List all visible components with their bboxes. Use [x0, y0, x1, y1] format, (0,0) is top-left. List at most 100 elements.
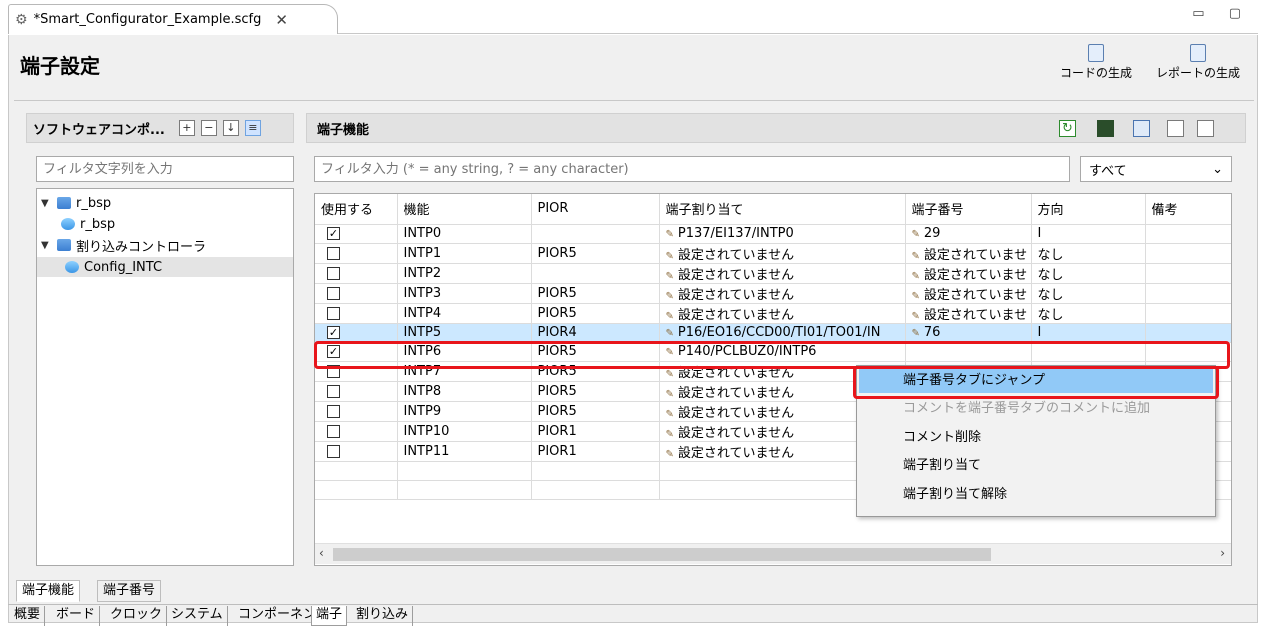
pior-cell[interactable]: PIOR1	[531, 421, 660, 442]
pin-assign-cell[interactable]: ✎ P140/PCLBUZ0/INTP6	[659, 342, 906, 362]
pior-cell[interactable]: PIOR5	[531, 243, 660, 264]
use-checkbox[interactable]	[327, 444, 340, 458]
use-checkbox[interactable]: ✓	[327, 345, 340, 358]
tab-pin-number[interactable]: 端子番号	[97, 580, 162, 602]
pior-cell[interactable]	[531, 263, 660, 284]
use-checkbox[interactable]	[327, 384, 340, 398]
window-controls[interactable]: ▭ ▢	[1192, 6, 1251, 21]
table-row[interactable]: INTP4 PIOR5 ✎ 設定されていません ✎ 設定されていませ なし	[315, 303, 1231, 324]
pin-number-cell[interactable]: ✎ 29	[905, 224, 1032, 244]
pin-assign-cell[interactable]: ✎ 設定されていません	[659, 303, 906, 324]
note-cell[interactable]	[1145, 224, 1231, 244]
editor-tab[interactable]: ⚙ *Smart_Configurator_Example.scfg ✕	[8, 4, 338, 34]
nav-tab[interactable]: 割り込み	[352, 606, 414, 626]
pin-number-cell[interactable]: ✎ 76	[905, 323, 1032, 343]
note-cell[interactable]	[1145, 342, 1231, 362]
tab-pin-function[interactable]: 端子機能	[16, 580, 81, 602]
pior-cell[interactable]: PIOR5	[531, 401, 660, 422]
use-checkbox[interactable]	[327, 424, 340, 438]
pior-cell[interactable]: PIOR5	[531, 303, 660, 324]
column-header-pin-number[interactable]: 端子番号	[905, 194, 1032, 225]
tree-item-interrupt-controller[interactable]: ▼ 割り込みコントローラ	[37, 235, 293, 255]
nav-tab[interactable]: クロック	[106, 606, 168, 626]
use-checkbox[interactable]	[327, 404, 340, 418]
table-row[interactable]: INTP2 ✎ 設定されていません ✎ 設定されていませ なし	[315, 263, 1231, 284]
import-icon[interactable]	[1167, 120, 1184, 137]
scope-dropdown[interactable]: すべて ⌄	[1080, 156, 1232, 182]
column-header-function[interactable]: 機能	[397, 194, 532, 225]
table-row[interactable]: ✓ INTP0 ✎ P137/EI137/INTP0 ✎ 29 I	[315, 224, 1231, 244]
scrollbar-thumb[interactable]	[333, 548, 991, 561]
save-icon[interactable]	[1133, 120, 1150, 137]
component-filter-input[interactable]	[36, 156, 294, 182]
chevron-down-icon[interactable]: ▼	[41, 240, 53, 251]
menu-item-delete-comment[interactable]: コメント削除	[859, 426, 1213, 450]
pin-assign-cell[interactable]: ✎ 設定されていません	[659, 243, 906, 264]
note-cell[interactable]	[1145, 303, 1231, 324]
table-row[interactable]: ✓ INTP5 PIOR4 ✎ P16/EO16/CCD00/TI01/TO01/IN ✎…	[315, 323, 1231, 343]
table-row[interactable]: INTP1 PIOR5 ✎ 設定されていません ✎ 設定されていませ なし	[315, 243, 1231, 264]
pin-number-cell[interactable]: ✎ 設定されていませ	[905, 263, 1032, 284]
sort-icon[interactable]: ↓	[222, 120, 239, 136]
note-cell[interactable]	[1145, 323, 1231, 343]
use-checkbox[interactable]	[327, 286, 340, 300]
nav-tab[interactable]: ボード	[52, 606, 101, 626]
expand-all-icon[interactable]: +	[178, 120, 195, 136]
scroll-right-icon[interactable]: ›	[1220, 546, 1225, 560]
pior-cell[interactable]: PIOR5	[531, 381, 660, 402]
refresh-icon[interactable]: ↻	[1059, 120, 1076, 137]
pior-cell[interactable]	[531, 224, 660, 244]
use-checkbox[interactable]	[327, 266, 340, 280]
pior-cell[interactable]: PIOR5	[531, 361, 660, 382]
note-cell[interactable]	[1145, 283, 1231, 304]
pior-cell[interactable]: PIOR4	[531, 323, 660, 343]
pin-number-cell[interactable]: ✎ 設定されていませ	[905, 283, 1032, 304]
pior-cell[interactable]: PIOR5	[531, 283, 660, 304]
collapse-all-icon[interactable]: −	[200, 120, 217, 136]
tree-item-config-intc[interactable]: Config_INTC	[37, 257, 293, 277]
pin-number-cell[interactable]: ✎ 設定されていませ	[905, 303, 1032, 324]
function-cell: INTP2	[397, 263, 532, 284]
menu-item-assign-pin[interactable]: 端子割り当て	[859, 454, 1213, 478]
note-cell[interactable]	[1145, 243, 1231, 264]
generate-report-button[interactable]: レポートの生成	[1156, 44, 1240, 81]
pin-assign-cell[interactable]: ✎ P16/EO16/CCD00/TI01/TO01/IN	[659, 323, 906, 343]
use-checkbox[interactable]	[327, 306, 340, 320]
nav-tab[interactable]: 端子	[311, 606, 348, 626]
table-row[interactable]: INTP3 PIOR5 ✎ 設定されていません ✎ 設定されていませ なし	[315, 283, 1231, 304]
column-header-use[interactable]: 使用する	[315, 194, 398, 225]
use-checkbox[interactable]	[327, 364, 340, 378]
column-header-pior[interactable]: PIOR	[531, 194, 660, 225]
column-header-pin-assign[interactable]: 端子割り当て	[659, 194, 906, 225]
pin-number-cell[interactable]	[905, 342, 1032, 362]
generate-code-button[interactable]: コードの生成	[1060, 44, 1132, 81]
nav-tab[interactable]: 概要	[10, 606, 46, 626]
scroll-left-icon[interactable]: ‹	[319, 546, 324, 560]
nav-tab[interactable]: システム	[167, 606, 228, 626]
use-checkbox[interactable]: ✓	[327, 326, 340, 339]
tree-item-r-bsp[interactable]: r_bsp	[37, 214, 293, 234]
pin-assign-cell[interactable]: ✎ 設定されていません	[659, 283, 906, 304]
use-checkbox[interactable]: ✓	[327, 227, 340, 240]
chevron-down-icon[interactable]: ▼	[41, 198, 53, 209]
pin-assign-cell[interactable]: ✎ P137/EI137/INTP0	[659, 224, 906, 244]
use-checkbox[interactable]	[327, 246, 340, 260]
table-row[interactable]: ✓ INTP6 PIOR5 ✎ P140/PCLBUZ0/INTP6	[315, 342, 1231, 362]
pin-assign-cell[interactable]: ✎ 設定されていません	[659, 263, 906, 284]
function-filter-input[interactable]	[314, 156, 1070, 182]
pencil-icon: ✎	[665, 408, 674, 420]
column-header-direction[interactable]: 方向	[1031, 194, 1146, 225]
pior-cell[interactable]: PIOR1	[531, 441, 660, 462]
menu-item-unassign-pin[interactable]: 端子割り当て解除	[859, 483, 1213, 507]
export-icon[interactable]	[1197, 120, 1214, 137]
note-cell[interactable]	[1145, 263, 1231, 284]
column-header-note[interactable]: 備考	[1145, 194, 1231, 225]
tree-item-r-bsp-group[interactable]: ▼ r_bsp	[37, 193, 293, 213]
pin-number-cell[interactable]: ✎ 設定されていませ	[905, 243, 1032, 264]
menu-item-jump-to-pin-number-tab[interactable]: 端子番号タブにジャンプ	[859, 369, 1213, 393]
board-icon[interactable]	[1097, 120, 1114, 137]
horizontal-scrollbar[interactable]: ‹ ›	[315, 543, 1231, 564]
pior-cell[interactable]: PIOR5	[531, 342, 660, 362]
hierarchy-view-icon[interactable]: ≡	[244, 120, 261, 136]
close-icon[interactable]: ✕	[275, 11, 288, 29]
